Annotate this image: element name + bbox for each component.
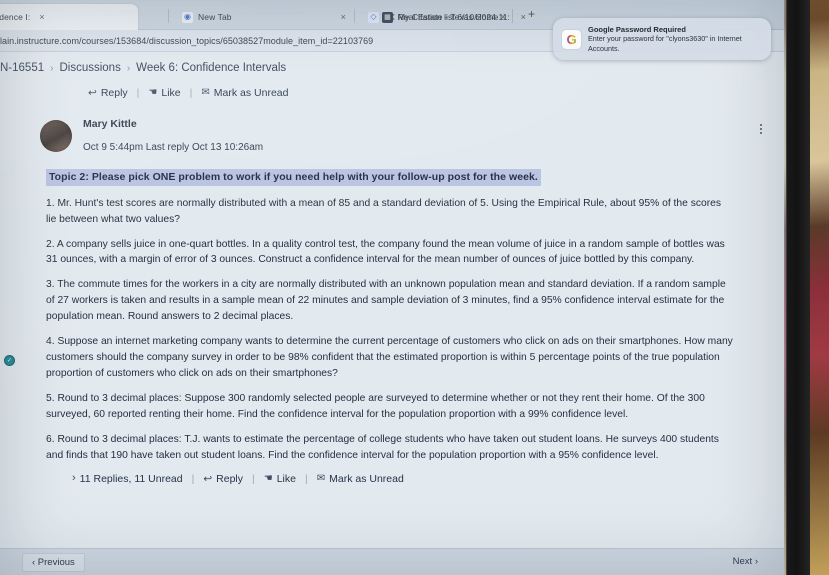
like-label: Like (276, 472, 296, 485)
mark-unread-label: Mark as Unread (213, 87, 289, 99)
notification-body: Enter your password for "clyons3630" in … (588, 34, 742, 53)
canvas-discussion-page: ✓ N-16551 › Discussions › Week 6: Confid… (0, 52, 784, 575)
avatar[interactable] (40, 120, 72, 152)
breadcrumb-item-topic[interactable]: Week 6: Confidence Intervals (136, 62, 286, 74)
url-text: lain.instructure.com/courses/153684/disc… (0, 35, 374, 46)
question-item: 6. Round to 3 decimal places: T.J. wants… (46, 434, 719, 461)
reply-arrow-icon: ↩ (203, 472, 213, 485)
browser-tab-1[interactable]: ◉ New Tab × (174, 4, 352, 30)
mark-as-unread-button-bottom[interactable]: ✉ Mark as Unread (317, 473, 404, 485)
breadcrumb-separator: › (50, 62, 54, 74)
close-tab-icon[interactable]: × (39, 12, 44, 22)
tab-divider (168, 9, 169, 23)
mark-as-unread-button-top[interactable]: ✉ Mark as Unread (201, 87, 288, 99)
google-password-notification[interactable]: G Google Password Required Enter your pa… (553, 18, 771, 60)
reply-button-top[interactable]: ↩ Reply (88, 87, 128, 99)
thumbs-up-icon: ☚ (263, 472, 273, 484)
question-item: 4. Suppose an internet marketing company… (46, 336, 733, 380)
question-item: 3. The commute times for the workers in … (46, 279, 726, 323)
envelope-icon: ✉ (316, 472, 326, 484)
post-actions-top: ↩ Reply | ☚ Like | ✉ Mark as Unread (0, 82, 784, 104)
tab-divider (354, 9, 355, 23)
tab-label: nfidence I: (0, 12, 31, 22)
left-margin-badge[interactable]: ✓ (4, 355, 15, 366)
reply-arrow-icon: ↩ (88, 86, 97, 99)
post-header: Mary Kittle Oct 9 5:44pm Last reply Oct … (40, 118, 746, 153)
post-timestamps: Oct 9 5:44pm Last reply Oct 13 10:26am (83, 141, 264, 153)
question-item: 5. Round to 3 decimal places: Suppose 30… (46, 393, 705, 421)
breadcrumb-item-discussions[interactable]: Discussions (59, 62, 120, 74)
document-icon: ▦ (382, 11, 393, 23)
breadcrumb-separator: › (126, 62, 131, 74)
discussion-post: Mary Kittle Oct 9 5:44pm Last reply Oct … (40, 118, 762, 153)
chrome-icon: ◉ (182, 11, 193, 23)
browser-tab-3[interactable]: ▦ My Citation list 6/10/2024 11: × (374, 4, 530, 30)
previous-button[interactable]: ‹ Previous (22, 553, 85, 572)
post-author-name[interactable]: Mary Kittle (83, 118, 263, 131)
expand-replies-button[interactable]: › 11 Replies, 11 Unread (72, 473, 183, 485)
action-divider: | (136, 87, 140, 99)
action-divider: | (252, 472, 255, 485)
page-footer: ‹ Previous Next › (0, 548, 784, 575)
next-button[interactable]: Next › (733, 556, 758, 567)
reply-button-bottom[interactable]: ↩ Reply (203, 473, 243, 485)
replies-count-label: 11 Replies, 11 Unread (79, 472, 183, 485)
monitor-bezel (786, 0, 810, 575)
photograph-of-monitor: nfidence I: × ◉ New Tab × ◇ TX Real Esta… (0, 0, 829, 575)
tab-label: New Tab (198, 12, 232, 22)
mark-unread-label: Mark as Unread (329, 472, 404, 485)
question-item: 1. Mr. Hunt's test scores are normally d… (46, 197, 722, 225)
new-tab-button[interactable]: + (528, 8, 535, 20)
thumbs-up-icon: ☚ (148, 87, 158, 98)
like-button-top[interactable]: ☚ Like (148, 87, 180, 99)
google-g-glyph: G (566, 31, 577, 47)
post-actions-bottom: › 11 Replies, 11 Unread | ↩ Reply | ☚ Li… (72, 473, 784, 485)
action-divider: | (191, 472, 195, 485)
close-tab-icon[interactable]: × (521, 12, 526, 22)
chevron-right-icon: › (72, 472, 76, 485)
like-button-bottom[interactable]: ☚ Like (264, 473, 296, 485)
envelope-icon: ✉ (201, 87, 210, 98)
like-label: Like (161, 87, 181, 99)
close-tab-icon[interactable]: × (341, 12, 346, 22)
notification-title: Google Password Required (588, 24, 686, 34)
action-divider: | (189, 87, 193, 99)
reply-label: Reply (216, 472, 244, 485)
question-list: 1. Mr. Hunt's test scores are normally d… (46, 196, 734, 464)
tab-label: My Citation list 6/10/2024 11: (398, 12, 510, 22)
browser-tab-0[interactable]: nfidence I: × (0, 4, 138, 30)
kebab-menu-icon[interactable] (760, 124, 762, 134)
reply-label: Reply (100, 87, 128, 99)
question-item: 2. A company sells juice in one-quart bo… (46, 238, 725, 266)
google-icon: G (562, 29, 581, 49)
breadcrumb-item-course[interactable]: N-16551 (0, 62, 44, 74)
action-divider: | (304, 472, 308, 485)
browser-window: nfidence I: × ◉ New Tab × ◇ TX Real Esta… (0, 0, 784, 575)
topic-heading-highlighted: Topic 2: Please pick ONE problem to work… (46, 168, 541, 186)
